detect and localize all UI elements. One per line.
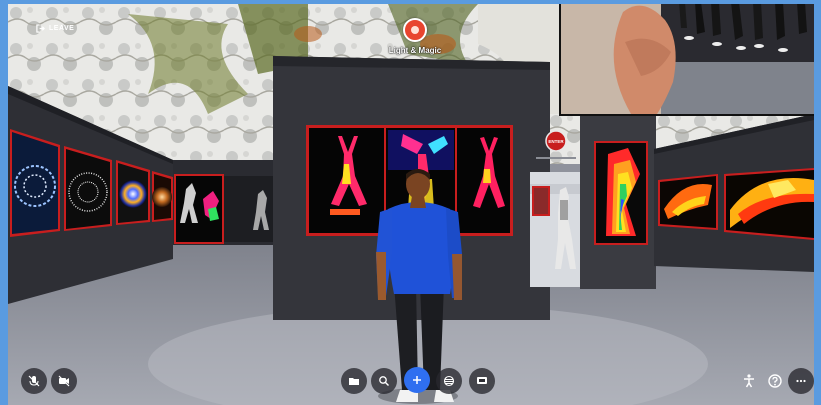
screen-share-button[interactable]	[469, 368, 495, 394]
folder-button[interactable]	[341, 368, 367, 394]
layers-button[interactable]	[436, 368, 462, 394]
leave-icon	[36, 24, 45, 33]
layers-icon	[443, 375, 455, 387]
enter-sign-text: ENTER	[548, 139, 564, 144]
artwork-left-3	[116, 160, 150, 225]
help-icon	[768, 374, 782, 388]
virtual-gallery-viewport[interactable]: ENTER LEAVE Light & Magic	[8, 4, 814, 405]
artwork-left-1	[10, 129, 60, 237]
camera-toggle-button[interactable]	[51, 368, 77, 394]
mic-toggle-button[interactable]	[21, 368, 47, 394]
camera-inset[interactable]	[559, 4, 814, 116]
mic-off-icon	[28, 375, 40, 387]
search-button[interactable]	[371, 368, 397, 394]
artwork-left-2	[64, 146, 112, 231]
artwork-right-2	[724, 168, 814, 240]
camera-off-icon	[58, 375, 70, 387]
leave-label: LEAVE	[49, 25, 75, 32]
search-icon	[379, 376, 389, 386]
more-icon	[796, 379, 806, 383]
help-button[interactable]	[764, 370, 786, 392]
artwork-left-4	[152, 171, 173, 222]
folder-icon	[349, 378, 359, 385]
add-button[interactable]	[404, 367, 430, 393]
artwork-right-1	[658, 174, 718, 230]
camera-feed	[561, 4, 814, 114]
accessibility-button[interactable]	[738, 370, 760, 392]
room-badge[interactable]: Light & Magic	[380, 18, 450, 55]
leave-button[interactable]: LEAVE	[36, 24, 74, 33]
room-name: Light & Magic	[388, 46, 442, 55]
room-icon	[403, 18, 427, 42]
plus-icon	[413, 376, 421, 384]
artwork-right-rainbow	[594, 141, 648, 245]
screen-share-icon	[477, 377, 487, 384]
more-button[interactable]	[788, 368, 814, 394]
accessibility-icon	[744, 374, 754, 388]
